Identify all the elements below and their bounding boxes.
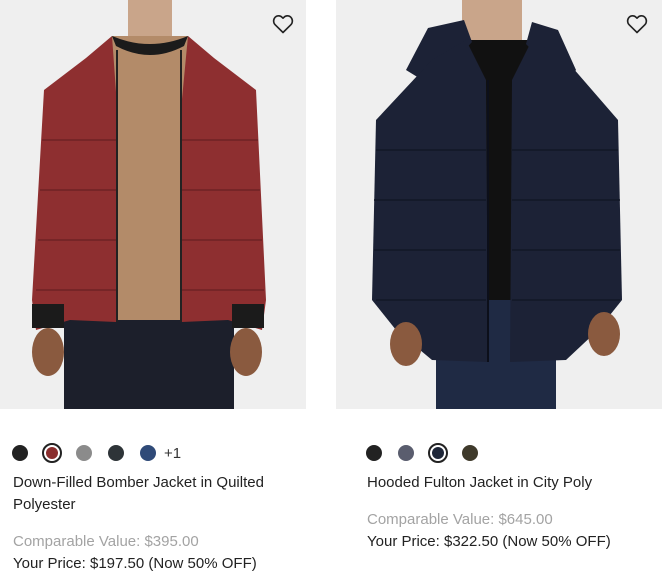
color-swatch-selected[interactable] <box>428 443 448 463</box>
bomber-jacket-image <box>0 0 306 409</box>
your-price: Your Price: $322.50 (Now 50% OFF) <box>367 533 611 550</box>
product-title-link[interactable]: Down-Filled Bomber Jacket in Quilted Pol… <box>13 472 273 516</box>
more-colors-link[interactable]: +1 <box>164 445 181 462</box>
color-swatch[interactable] <box>398 445 414 461</box>
heart-outline-icon[interactable] <box>271 12 295 36</box>
color-swatch[interactable] <box>12 445 28 461</box>
color-swatch[interactable] <box>462 445 478 461</box>
your-price: Your Price: $197.50 (Now 50% OFF) <box>13 555 257 572</box>
product-image[interactable] <box>336 0 662 409</box>
product-image[interactable] <box>0 0 306 409</box>
product-card[interactable]: Hooded Fulton Jacket in City Poly Compar… <box>336 0 662 550</box>
color-swatch-selected[interactable] <box>42 443 62 463</box>
product-title-link[interactable]: Hooded Fulton Jacket in City Poly <box>367 472 647 494</box>
color-swatches <box>366 441 494 465</box>
comparable-value: Comparable Value: $395.00 <box>13 533 199 550</box>
color-swatches: +1 <box>12 441 181 465</box>
color-swatch[interactable] <box>76 445 92 461</box>
color-swatch[interactable] <box>140 445 156 461</box>
color-swatch[interactable] <box>108 445 124 461</box>
product-card[interactable]: +1 Down-Filled Bomber Jacket in Quilted … <box>0 0 306 572</box>
color-swatch[interactable] <box>366 445 382 461</box>
comparable-value: Comparable Value: $645.00 <box>367 511 553 528</box>
hooded-jacket-image <box>336 0 662 409</box>
heart-outline-icon[interactable] <box>625 12 649 36</box>
